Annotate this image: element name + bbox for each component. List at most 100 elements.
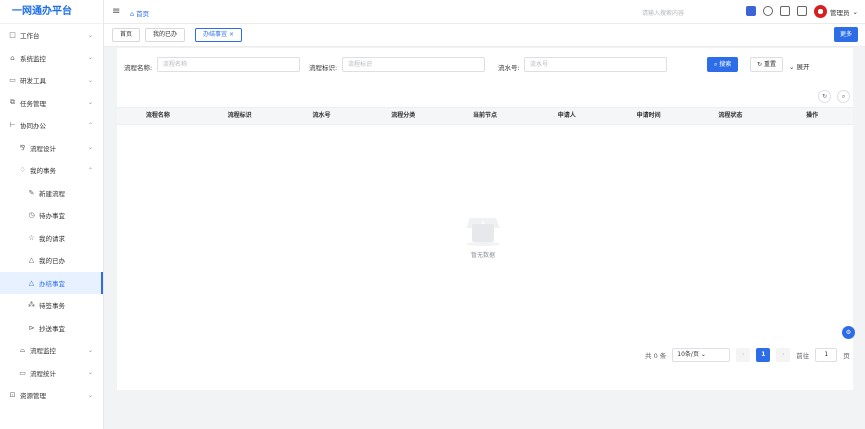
table-column-header: 当前节点 xyxy=(473,112,498,119)
sidebar-item-label: 系统监控 xyxy=(20,54,46,63)
sidebar-item-body: ⧉ 任务管理 xyxy=(8,98,46,108)
hamburger-icon[interactable]: ≡ xyxy=(112,6,120,17)
chevron-icon: ⌄ xyxy=(87,391,93,399)
filter-serial-input[interactable]: 流水号 xyxy=(524,57,667,72)
sidebar-item-label: 流程统计 xyxy=(30,369,56,378)
menu-icon: ⅋ xyxy=(19,143,26,152)
header-icons xyxy=(746,6,807,16)
page-size-select[interactable]: 10条/页 ⌄ xyxy=(672,348,731,362)
empty-box-icon xyxy=(464,216,502,246)
breadcrumb-home: 首页 xyxy=(136,10,150,18)
menu-icon: ⊡ xyxy=(9,391,16,400)
menu-icon: ☆ xyxy=(28,233,35,242)
home-icon: ⌂ xyxy=(130,10,135,18)
sidebar-item-label: 办结事宜 xyxy=(39,279,65,288)
menu-icon: ✎ xyxy=(28,188,35,197)
sidebar-item[interactable]: ⊢ 协同办公 ⌃ xyxy=(0,114,103,137)
sidebar-item[interactable]: ◷ 待办事宜 xyxy=(0,204,103,227)
goto-input[interactable]: 1 xyxy=(815,348,838,362)
sidebar-item-body: ☆ 我的请求 xyxy=(27,233,65,243)
sidebar-item-body: ♢ 我的事务 xyxy=(18,165,56,175)
more-button[interactable]: 更多 xyxy=(833,27,858,42)
breadcrumb[interactable]: ⌂ 首页 xyxy=(130,8,149,18)
sidebar-item[interactable]: ▭ 流程统计 ⌄ xyxy=(0,362,103,385)
menu-icon: ⁂ xyxy=(28,301,35,310)
help-icon[interactable] xyxy=(763,6,773,16)
chevron-icon: ⌄ xyxy=(87,144,93,152)
sidebar-item-body: ⊡ 资源管理 xyxy=(8,390,46,400)
menu-icon: ⊳ xyxy=(28,323,35,332)
chevron-icon: ⌄ xyxy=(87,346,93,354)
table-column-header: 流程状态 xyxy=(718,112,743,119)
sidebar-item[interactable]: ✎ 新建流程 xyxy=(0,182,103,205)
refresh-icon[interactable]: ↻ xyxy=(818,90,831,103)
sidebar-item-label: 协同办公 xyxy=(20,122,46,131)
menu-icon: ⌂ xyxy=(10,53,15,62)
sidebar-item[interactable]: ⊡ 资源管理 ⌄ xyxy=(0,384,103,407)
sidebar-item-body: ✎ 新建流程 xyxy=(27,188,65,198)
search-toggle-icon[interactable]: ⌕ xyxy=(837,90,850,103)
goto-label: 前往 xyxy=(796,352,810,360)
pagination: 共 0 条 10条/页 ⌄ ‹ 1 › 前往 1 页 xyxy=(645,348,850,362)
sidebar-item[interactable]: ♢ 我的事务 ⌃ xyxy=(0,159,103,182)
main-panel: 流程名称: 流程名称 流程标识: 流程标识 流水号: 流水号 ⌕ 搜索 ↻ 重置… xyxy=(117,48,853,390)
prev-page-button[interactable]: ‹ xyxy=(736,348,751,362)
sidebar-item-body: ▭ 流程统计 xyxy=(18,368,56,378)
sidebar-item[interactable]: ▭ 研发工具 ⌄ xyxy=(0,69,103,92)
menu-icon: △ xyxy=(28,278,35,287)
tag-home[interactable]: 首页 xyxy=(112,28,141,42)
refresh-icon: ↻ xyxy=(757,61,763,68)
sidebar-item[interactable]: △ 我的已办 xyxy=(0,249,103,272)
search-button[interactable]: ⌕ 搜索 xyxy=(707,57,739,72)
sidebar-item[interactable]: ⊳ 抄送事宜 xyxy=(0,317,103,340)
table-header: 流程名称 流程标识 流水号 流程分类 当前节点 申请人 申请时间 流程状态 操作 xyxy=(117,107,853,125)
sidebar-item-body: △ 我的已办 xyxy=(27,255,65,265)
expand-toggle[interactable]: ⌄ 展开 xyxy=(789,61,810,71)
sidebar-item[interactable]: ⌂ 系统监控 ⌄ xyxy=(0,47,103,70)
table-column-header: 申请时间 xyxy=(636,112,661,119)
menu-icon: △ xyxy=(28,256,35,265)
page-number[interactable]: 1 xyxy=(756,348,771,362)
app-logo: 一网通办平台 xyxy=(0,0,103,24)
sidebar-item-label: 新建流程 xyxy=(39,189,65,198)
tag-my-done[interactable]: 我的已办 xyxy=(145,28,186,42)
sidebar-item-body: ⌓ 流程监控 xyxy=(18,345,56,356)
table-column-header: 操作 xyxy=(806,112,819,119)
top-header: ≡ ⌂ 首页 请输入搜索内容 管理员 ⌄ xyxy=(104,0,865,24)
chevron-down-icon: ⌄ xyxy=(789,63,795,71)
theme-icon[interactable] xyxy=(746,6,756,16)
next-page-button[interactable]: › xyxy=(776,348,791,362)
sidebar-item[interactable]: ☆ 我的请求 xyxy=(0,227,103,250)
tag-finished[interactable]: 办结事宜 × xyxy=(195,28,242,42)
table-column-header: 流水号 xyxy=(312,112,331,119)
sidebar-item-body: □ 工作台 xyxy=(8,30,39,40)
menu-icon: ⌓ xyxy=(19,345,26,354)
user-menu[interactable]: 管理员 ⌄ xyxy=(814,5,858,18)
header-search-input[interactable]: 请输入搜索内容 xyxy=(642,8,684,17)
fullscreen-icon[interactable] xyxy=(780,6,790,16)
filter-key-input[interactable]: 流程标识 xyxy=(342,57,485,72)
avatar xyxy=(814,5,828,18)
table-column-header: 流程分类 xyxy=(391,112,416,119)
sidebar-item[interactable]: ⅋ 流程设计 ⌄ xyxy=(0,137,103,160)
sidebar-item-label: 待办事宜 xyxy=(39,212,65,221)
sidebar-item-label: 任务管理 xyxy=(20,99,46,108)
settings-fab-icon[interactable]: ⚙ xyxy=(842,326,855,339)
filter-serial-label: 流水号: xyxy=(498,64,520,72)
reset-button[interactable]: ↻ 重置 xyxy=(750,57,783,72)
menu-icon: ⧉ xyxy=(10,98,15,107)
sidebar-item[interactable]: ⌓ 流程监控 ⌄ xyxy=(0,339,103,362)
sidebar-item-label: 资源管理 xyxy=(20,392,46,401)
expand-label: 展开 xyxy=(796,63,810,71)
sidebar-item[interactable]: ⧉ 任务管理 ⌄ xyxy=(0,92,103,115)
close-icon[interactable]: × xyxy=(229,31,234,38)
menu-icon: ▭ xyxy=(19,368,26,377)
empty-state: 暂无数据 xyxy=(453,216,513,259)
chevron-down-icon: ⌄ xyxy=(852,7,858,16)
lock-icon[interactable] xyxy=(797,6,807,16)
sidebar-item[interactable]: ⁂ 待签事务 xyxy=(0,294,103,317)
sidebar-item[interactable]: △ 办结事宜 xyxy=(0,271,103,294)
sidebar-item[interactable]: □ 工作台 ⌄ xyxy=(0,24,103,47)
search-button-label: 搜索 xyxy=(719,61,732,68)
filter-name-input[interactable]: 流程名称 xyxy=(157,57,300,72)
